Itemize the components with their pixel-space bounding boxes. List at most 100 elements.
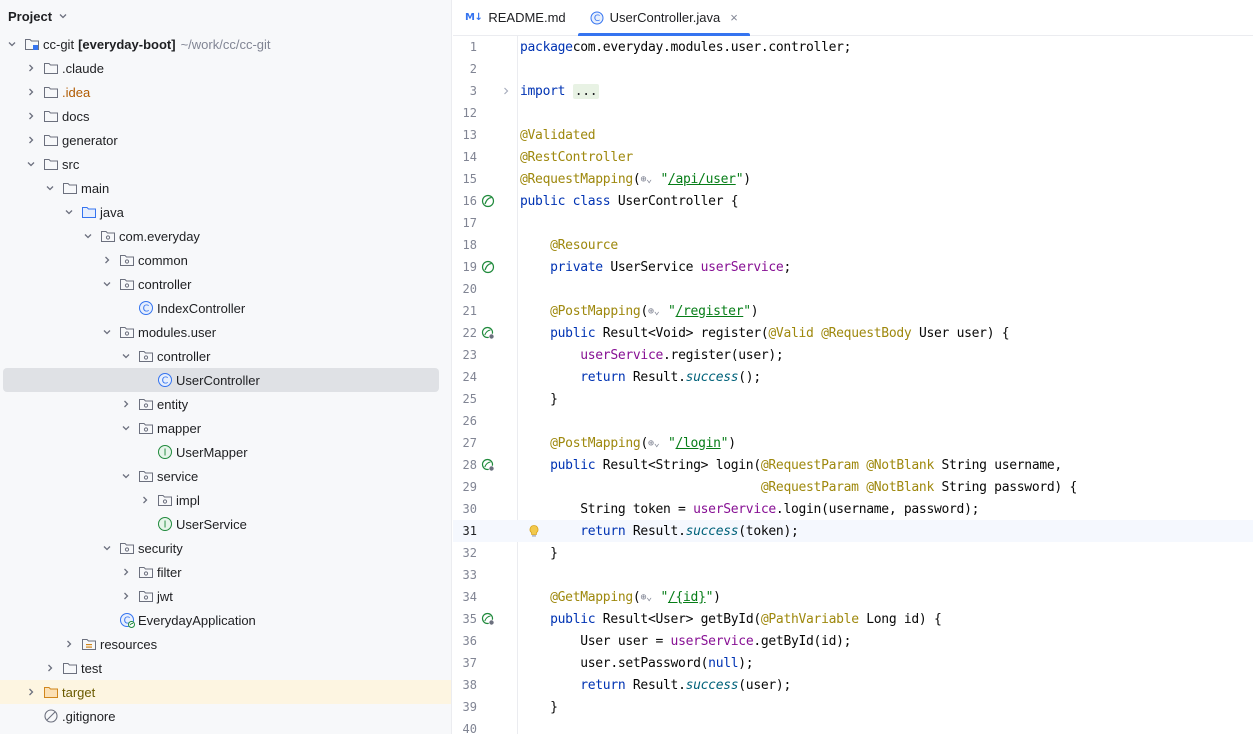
line-number[interactable]: 35 — [453, 612, 477, 626]
code-line[interactable]: 28 public Result<String> login(@RequestP… — [453, 454, 1253, 476]
endpoint-icon[interactable] — [481, 612, 495, 626]
tab-readme[interactable]: M↓ README.md — [453, 0, 578, 35]
folded-imports[interactable]: ... — [572, 83, 600, 99]
code-content[interactable]: return Result.success(token); — [520, 524, 799, 539]
chevron-down-icon[interactable] — [118, 348, 134, 364]
tree-item-service[interactable]: service — [0, 464, 451, 488]
tree-item-cc-git[interactable]: cc-git [everyday-boot] ~/work/cc/cc-git — [0, 32, 451, 56]
chevron-right-icon[interactable] — [23, 684, 39, 700]
code-content[interactable]: private UserService userService; — [520, 260, 791, 275]
tree-item-impl[interactable]: impl — [0, 488, 451, 512]
line-number[interactable]: 12 — [453, 106, 477, 120]
line-number[interactable]: 31 — [453, 524, 477, 538]
line-number[interactable]: 13 — [453, 128, 477, 142]
tree-item-jwt[interactable]: jwt — [0, 584, 451, 608]
line-number[interactable]: 22 — [453, 326, 477, 340]
code-content[interactable]: @GetMapping(⊕⌄ "/{id}") — [520, 590, 721, 605]
code-area[interactable]: 1 packagecom.everyday.modules.user.contro… — [453, 36, 1253, 734]
code-content[interactable]: public Result<String> login(@RequestPara… — [520, 458, 1062, 473]
tree-item-modules-user[interactable]: modules.user — [0, 320, 451, 344]
web-endpoint-icon[interactable]: ⊕⌄ — [648, 438, 668, 449]
tree-item-generator[interactable]: generator — [0, 128, 451, 152]
chevron-down-icon[interactable] — [80, 228, 96, 244]
code-line[interactable]: 34 @GetMapping(⊕⌄ "/{id}") — [453, 586, 1253, 608]
tree-item-everydayapplication[interactable]: C EverydayApplication — [0, 608, 451, 632]
line-number[interactable]: 40 — [453, 722, 477, 734]
tree-item-java[interactable]: java — [0, 200, 451, 224]
code-content[interactable]: public class UserController { — [520, 194, 739, 209]
code-line[interactable]: 27 @PostMapping(⊕⌄ "/login") — [453, 432, 1253, 454]
tree-item-gitignore[interactable]: .gitignore — [0, 704, 451, 728]
chevron-down-icon[interactable] — [99, 276, 115, 292]
code-line[interactable]: 22 public Result<Void> register(@Valid @… — [453, 322, 1253, 344]
line-number[interactable]: 38 — [453, 678, 477, 692]
code-content[interactable]: @RestController — [520, 150, 633, 165]
code-line[interactable]: 1 packagecom.everyday.modules.user.contro… — [453, 36, 1253, 58]
code-line[interactable]: 37 user.setPassword(null); — [453, 652, 1253, 674]
code-content[interactable]: String token = userService.login(usernam… — [520, 502, 979, 517]
code-line[interactable]: 32 } — [453, 542, 1253, 564]
url-path[interactable]: /api/user — [668, 172, 736, 187]
tree-item-controller[interactable]: controller — [0, 344, 451, 368]
tree-item-filter[interactable]: filter — [0, 560, 451, 584]
line-number[interactable]: 16 — [453, 194, 477, 208]
code-line[interactable]: 25 } — [453, 388, 1253, 410]
code-content[interactable]: User user = userService.getById(id); — [520, 634, 851, 649]
code-line[interactable]: 24 return Result.success(); — [453, 366, 1253, 388]
tree-item-security[interactable]: security — [0, 536, 451, 560]
tree-item-main[interactable]: main — [0, 176, 451, 200]
tree-item-src[interactable]: src — [0, 152, 451, 176]
code-content[interactable]: @PostMapping(⊕⌄ "/login") — [520, 436, 736, 451]
code-content[interactable]: return Result.success(user); — [520, 678, 791, 693]
code-content[interactable]: } — [520, 392, 558, 407]
line-number[interactable]: 30 — [453, 502, 477, 516]
line-number[interactable]: 36 — [453, 634, 477, 648]
chevron-down-icon[interactable] — [61, 204, 77, 220]
tree-item-test[interactable]: test — [0, 656, 451, 680]
code-line[interactable]: 21 @PostMapping(⊕⌄ "/register") — [453, 300, 1253, 322]
code-content[interactable]: @RequestParam @NotBlank String password)… — [520, 480, 1077, 495]
line-number[interactable]: 15 — [453, 172, 477, 186]
code-line[interactable]: 40 — [453, 718, 1253, 734]
url-path[interactable]: /{id} — [668, 590, 706, 605]
tree-item-controller[interactable]: controller — [0, 272, 451, 296]
tree-item-userservice[interactable]: I UserService — [0, 512, 451, 536]
tree-item-idea[interactable]: .idea — [0, 80, 451, 104]
spring-bean-icon[interactable] — [481, 260, 495, 274]
line-number[interactable]: 23 — [453, 348, 477, 362]
chevron-down-icon[interactable] — [58, 11, 68, 21]
code-line[interactable]: 39 } — [453, 696, 1253, 718]
code-line[interactable]: 38 return Result.success(user); — [453, 674, 1253, 696]
line-number[interactable]: 21 — [453, 304, 477, 318]
code-content[interactable]: public Result<User> getById(@PathVariabl… — [520, 612, 942, 627]
tree-item-target[interactable]: target — [0, 680, 451, 704]
tab-usercontroller[interactable]: C UserController.java × — [577, 0, 750, 36]
chevron-right-icon[interactable] — [118, 564, 134, 580]
fold-arrow-icon[interactable] — [499, 84, 513, 98]
code-line[interactable]: 31 return Result.success(token); — [453, 520, 1253, 542]
code-line[interactable]: 18 @Resource — [453, 234, 1253, 256]
code-content[interactable]: } — [520, 546, 558, 561]
tree-item-entity[interactable]: entity — [0, 392, 451, 416]
code-content[interactable]: packagecom.everyday.modules.user.control… — [520, 40, 851, 55]
tree-item-claude[interactable]: .claude — [0, 56, 451, 80]
code-line[interactable]: 17 — [453, 212, 1253, 234]
chevron-right-icon[interactable] — [23, 108, 39, 124]
code-line[interactable]: 19 private UserService userService; — [453, 256, 1253, 278]
line-number[interactable]: 18 — [453, 238, 477, 252]
chevron-right-icon[interactable] — [118, 588, 134, 604]
code-line[interactable]: 13 @Validated — [453, 124, 1253, 146]
chevron-right-icon[interactable] — [118, 396, 134, 412]
web-endpoint-icon[interactable]: ⊕⌄ — [640, 592, 660, 603]
chevron-right-icon[interactable] — [42, 660, 58, 676]
chevron-right-icon[interactable] — [23, 84, 39, 100]
tree-item-usermapper[interactable]: I UserMapper — [0, 440, 451, 464]
close-icon[interactable]: × — [730, 10, 738, 25]
url-path[interactable]: /register — [676, 304, 744, 319]
chevron-down-icon[interactable] — [23, 156, 39, 172]
code-line[interactable]: 23 userService.register(user); — [453, 344, 1253, 366]
line-number[interactable]: 17 — [453, 216, 477, 230]
code-content[interactable]: user.setPassword(null); — [520, 656, 753, 671]
line-number[interactable]: 14 — [453, 150, 477, 164]
code-line[interactable]: 26 — [453, 410, 1253, 432]
